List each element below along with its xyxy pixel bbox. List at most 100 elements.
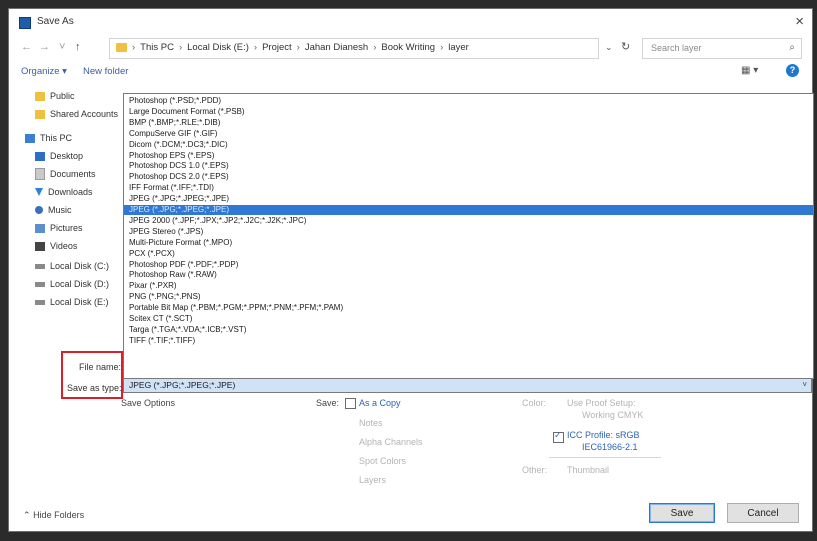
file-type-option[interactable]: Scitex CT (*.SCT)	[124, 314, 813, 324]
file-type-option[interactable]: TIFF (*.TIF;*.TIFF)	[124, 336, 813, 346]
file-type-option[interactable]: Photoshop DCS 2.0 (*.EPS)	[124, 172, 813, 182]
file-type-option[interactable]: Targa (*.TGA;*.VDA;*.ICB;*.VST)	[124, 325, 813, 335]
file-type-option[interactable]: PCX (*.PCX)	[124, 249, 813, 259]
save-as-type-select[interactable]: JPEG (*.JPG;*.JPEG;*.JPE) ˅	[123, 378, 812, 393]
sidebar-item-pictures[interactable]: Pictures	[35, 221, 83, 235]
file-type-option[interactable]: Photoshop DCS 1.0 (*.EPS)	[124, 161, 813, 171]
sidebar-item-label: Downloads	[48, 187, 93, 197]
file-type-option[interactable]: Dicom (*.DCM;*.DC3;*.DIC)	[124, 140, 813, 150]
file-type-option[interactable]: BMP (*.BMP;*.RLE;*.DIB)	[124, 118, 813, 128]
file-type-dropdown-list[interactable]: Photoshop (*.PSD;*.PDD) Large Document Fo…	[123, 93, 814, 379]
breadcrumb-item[interactable]: Project	[262, 42, 292, 53]
sidebar-item-desktop[interactable]: Desktop	[35, 149, 83, 163]
chevron-up-icon: ⌃	[23, 510, 31, 520]
photoshop-app-icon	[19, 17, 31, 29]
disk-icon	[35, 263, 45, 269]
breadcrumb-separator: ›	[296, 42, 300, 53]
folder-icon	[116, 43, 127, 52]
sidebar-item-local-disk-e[interactable]: Local Disk (E:)	[35, 295, 109, 309]
address-dropdown-icon[interactable]: ⌄	[605, 42, 613, 53]
breadcrumb-item[interactable]: Book Writing	[381, 42, 435, 53]
file-type-option[interactable]: Photoshop Raw (*.RAW)	[124, 270, 813, 280]
layers-option: Layers	[359, 475, 387, 485]
refresh-icon[interactable]: ↻	[621, 40, 630, 53]
sidebar-item-public[interactable]: Public	[35, 89, 75, 103]
file-name-label: File name:	[79, 362, 122, 372]
as-a-copy-checkbox[interactable]	[345, 398, 356, 409]
file-type-option[interactable]: IFF Format (*.IFF;*.TDI)	[124, 183, 813, 193]
sidebar-item-label: This PC	[40, 133, 73, 143]
back-arrow-icon[interactable]: ←	[21, 41, 32, 53]
pictures-icon	[35, 223, 45, 233]
chevron-down-icon: ˅	[802, 380, 807, 389]
sidebar-item-documents[interactable]: Documents	[35, 167, 96, 181]
sidebar-item-label: Local Disk (D:)	[50, 279, 110, 289]
sidebar-item-label: Public	[50, 91, 75, 101]
breadcrumb-separator: ›	[440, 42, 444, 53]
video-icon	[35, 241, 45, 251]
window-title: Save As	[37, 16, 74, 27]
breadcrumb-item[interactable]: layer	[448, 42, 469, 53]
music-icon	[35, 206, 43, 214]
file-type-option[interactable]: Photoshop PDF (*.PDF;*.PDP)	[124, 260, 813, 270]
sidebar-item-videos[interactable]: Videos	[35, 239, 77, 253]
breadcrumb-item[interactable]: Jahan Dianesh	[305, 42, 368, 53]
file-type-option[interactable]: Multi-Picture Format (*.MPO)	[124, 238, 813, 248]
sidebar-item-shared-accounts[interactable]: Shared Accounts	[35, 107, 118, 121]
breadcrumb-item[interactable]: This PC	[140, 42, 174, 53]
document-icon	[35, 168, 45, 180]
organize-button[interactable]: Organize ▾	[21, 66, 67, 77]
color-label: Color:	[522, 398, 547, 408]
thumbnail-option: Thumbnail	[567, 465, 610, 475]
breadcrumb-item[interactable]: Local Disk (E:)	[187, 42, 249, 53]
download-icon	[35, 188, 43, 196]
sidebar-item-downloads[interactable]: Downloads	[35, 185, 93, 199]
new-folder-button[interactable]: New folder	[83, 66, 128, 77]
file-type-option[interactable]: JPEG (*.JPG;*.JPEG;*.JPE)	[124, 205, 813, 215]
file-type-option[interactable]: Pixar (*.PXR)	[124, 281, 813, 291]
alpha-channels-option: Alpha Channels	[359, 437, 423, 447]
sidebar-item-local-disk-c[interactable]: Local Disk (C:)	[35, 259, 109, 273]
up-arrow-icon[interactable]: ↑	[75, 41, 81, 53]
save-as-type-label: Save as type:	[67, 383, 122, 393]
desktop-icon	[35, 151, 45, 161]
file-type-option[interactable]: Large Document Format (*.PSB)	[124, 107, 813, 117]
sidebar-item-label: Local Disk (C:)	[50, 261, 110, 271]
file-type-option[interactable]: PNG (*.PNG;*.PNS)	[124, 292, 813, 302]
file-type-option[interactable]: JPEG 2000 (*.JPF;*.JPX;*.JP2;*.J2C;*.J2K…	[124, 216, 813, 226]
save-button[interactable]: Save	[649, 503, 715, 523]
recent-chevron-icon[interactable]: ˅	[59, 41, 65, 53]
sidebar-item-this-pc[interactable]: This PC	[25, 131, 72, 145]
notes-option: Notes	[359, 418, 383, 428]
file-type-option[interactable]: CompuServe GIF (*.GIF)	[124, 129, 813, 139]
file-type-option[interactable]: JPEG (*.JPG;*.JPEG;*.JPE)	[124, 194, 813, 204]
navigation-bar: ← → ˅ ↑ › This PC › Local Disk (E:) › Pr…	[9, 35, 812, 61]
file-type-option[interactable]: JPEG Stereo (*.JPS)	[124, 227, 813, 237]
sidebar-item-music[interactable]: Music	[35, 203, 72, 217]
help-icon[interactable]: ?	[786, 64, 799, 77]
search-input[interactable]: Search layer ⌕	[642, 38, 802, 59]
breadcrumb-separator: ›	[253, 42, 258, 53]
icc-profile-label: ICC Profile: sRGB	[567, 430, 640, 440]
breadcrumb-separator: ›	[373, 42, 377, 53]
close-icon[interactable]: ×	[795, 13, 804, 30]
cancel-button[interactable]: Cancel	[727, 503, 799, 523]
sidebar-item-local-disk-d[interactable]: Local Disk (D:)	[35, 277, 109, 291]
disk-icon	[35, 299, 45, 305]
hide-folders-label: Hide Folders	[33, 510, 85, 520]
spot-colors-option: Spot Colors	[359, 456, 407, 466]
working-cmyk-text: Working CMYK	[582, 410, 644, 420]
icc-profile-checkbox[interactable]	[553, 430, 564, 443]
folder-icon	[35, 91, 45, 101]
breadcrumb-separator: ›	[132, 42, 136, 53]
file-type-option[interactable]: Photoshop EPS (*.EPS)	[124, 151, 813, 161]
file-type-option[interactable]: Photoshop (*.PSD;*.PDD)	[124, 96, 813, 106]
as-a-copy-label: As a Copy	[359, 398, 401, 408]
file-type-option[interactable]: Portable Bit Map (*.PBM;*.PGM;*.PPM;*.PN…	[124, 303, 813, 313]
address-bar[interactable]: › This PC › Local Disk (E:) › Project › …	[109, 38, 599, 59]
sidebar-item-label: Local Disk (E:)	[50, 297, 109, 307]
forward-arrow-icon[interactable]: →	[39, 41, 50, 53]
hide-folders-button[interactable]: ⌃ Hide Folders	[23, 510, 84, 521]
view-options-button[interactable]: ▦ ▾	[741, 65, 758, 76]
search-icon: ⌕	[789, 42, 795, 53]
